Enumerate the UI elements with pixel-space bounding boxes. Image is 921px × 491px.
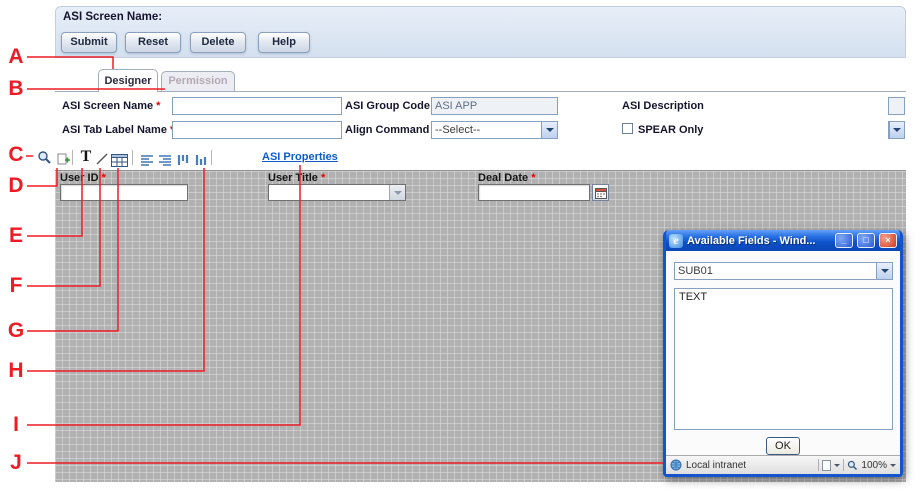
- asi-description-input[interactable]: [888, 97, 905, 115]
- magnifier-icon: [37, 150, 52, 165]
- fields-listbox[interactable]: TEXT: [674, 288, 893, 430]
- chevron-down-icon: [889, 122, 904, 138]
- annotation-letter-j: J: [5, 452, 27, 474]
- toolbar-separator: [132, 150, 133, 165]
- annotation-letter-g: G: [5, 320, 27, 342]
- leader-line-d: [27, 168, 57, 186]
- toolbar-separator: [211, 150, 212, 165]
- tab-label-name-input[interactable]: [172, 121, 342, 139]
- calendar-icon: [595, 187, 607, 199]
- align-right-icon: [158, 154, 172, 166]
- align-left-icon: [140, 154, 154, 166]
- user-id-input[interactable]: [60, 184, 188, 201]
- available-fields-window: e Available Fields - Wind... _ □ × SUB01…: [663, 230, 903, 477]
- group-code-label: ASI Group Code: [345, 100, 430, 112]
- window-titlebar[interactable]: e Available Fields - Wind... _ □ ×: [666, 230, 900, 251]
- screen-name-input[interactable]: [172, 97, 342, 115]
- page-title: ASI Screen Name:: [63, 11, 162, 23]
- align-top-icon: [176, 154, 190, 166]
- align-command-select[interactable]: --Select--: [431, 121, 558, 139]
- tab-strip-divider: [55, 91, 906, 92]
- annotation-letter-e: E: [5, 225, 27, 247]
- zoom-caret-icon[interactable]: [890, 464, 896, 467]
- spear-only-checkbox[interactable]: [622, 123, 633, 134]
- help-button[interactable]: Help: [258, 32, 310, 53]
- add-field-icon: [57, 153, 71, 166]
- ie-window-icon: e: [669, 234, 683, 248]
- tab-permission[interactable]: Permission: [161, 71, 235, 91]
- asi-properties-link[interactable]: ASI Properties: [262, 151, 338, 163]
- zoom-level: 100%: [861, 460, 887, 471]
- line-tool-button[interactable]: [93, 150, 111, 168]
- page: ASI Screen Name: Submit Reset Delete Hel…: [0, 0, 921, 491]
- screen-name-label: ASI Screen Name *: [62, 100, 160, 112]
- user-title-label: User Title *: [268, 172, 325, 184]
- list-item[interactable]: TEXT: [675, 289, 892, 305]
- intranet-zone-icon: [670, 459, 682, 471]
- annotation-letter-h: H: [5, 360, 27, 382]
- table-tool-button[interactable]: [110, 151, 128, 169]
- statusbar-separator: [818, 459, 819, 471]
- description-label: ASI Description: [622, 100, 704, 112]
- window-title: Available Fields - Wind...: [687, 235, 831, 247]
- required-marker: *: [102, 172, 106, 184]
- toolbar-separator: [72, 150, 73, 165]
- fields-dropdown[interactable]: SUB01: [674, 262, 893, 280]
- align-right-button[interactable]: [156, 151, 174, 169]
- window-statusbar: Local intranet 100%: [666, 455, 900, 474]
- line-tool-icon: [95, 152, 109, 166]
- text-tool-icon: T: [81, 149, 92, 165]
- window-body: SUB01 TEXT OK: [666, 251, 900, 455]
- required-marker: *: [531, 172, 535, 184]
- minimize-button[interactable]: _: [835, 233, 853, 248]
- calendar-button[interactable]: [592, 184, 609, 201]
- align-bottom-icon: [194, 154, 208, 166]
- submit-button[interactable]: Submit: [61, 32, 117, 53]
- align-bottom-button[interactable]: [192, 151, 210, 169]
- align-left-button[interactable]: [138, 151, 156, 169]
- deal-date-input[interactable]: [478, 184, 590, 201]
- header-band: [55, 6, 906, 58]
- annotation-letter-c: C: [5, 144, 27, 166]
- align-top-button[interactable]: [174, 151, 192, 169]
- deal-date-label: Deal Date *: [478, 172, 535, 184]
- required-marker: *: [156, 100, 160, 112]
- spear-only-label: SPEAR Only: [638, 124, 703, 136]
- zoom-tool-button[interactable]: [35, 148, 53, 166]
- add-field-button[interactable]: [55, 150, 73, 168]
- chevron-down-icon: [541, 122, 557, 138]
- maximize-button[interactable]: □: [857, 233, 875, 248]
- group-code-input[interactable]: ASI APP: [431, 97, 558, 115]
- annotation-letter-b: B: [5, 78, 27, 100]
- status-zone-text: Local intranet: [686, 460, 746, 471]
- zoom-icon: [847, 460, 858, 471]
- annotation-letter-a: A: [5, 46, 27, 68]
- chevron-down-icon[interactable]: [834, 464, 840, 467]
- tab-designer[interactable]: Designer: [98, 69, 158, 92]
- user-id-label: User ID *: [60, 172, 106, 184]
- table-icon: [111, 154, 128, 167]
- right-edge-dropdown[interactable]: [888, 121, 905, 139]
- tab-label-name-label: ASI Tab Label Name *: [62, 124, 174, 136]
- required-marker: *: [321, 172, 325, 184]
- chevron-down-icon: [389, 185, 405, 200]
- chevron-down-icon: [876, 263, 892, 279]
- ok-button[interactable]: OK: [766, 437, 800, 455]
- user-title-select[interactable]: [268, 184, 406, 201]
- protected-mode-icon: [822, 460, 831, 471]
- leader-line-a: [27, 57, 113, 69]
- delete-button[interactable]: Delete: [190, 32, 246, 53]
- align-command-label: Align Command: [345, 124, 429, 136]
- reset-button[interactable]: Reset: [125, 32, 181, 53]
- annotation-letter-d: D: [5, 175, 27, 197]
- annotation-letter-f: F: [5, 275, 27, 297]
- statusbar-separator: [843, 459, 844, 471]
- close-button[interactable]: ×: [879, 233, 897, 248]
- annotation-letter-i: I: [5, 414, 27, 436]
